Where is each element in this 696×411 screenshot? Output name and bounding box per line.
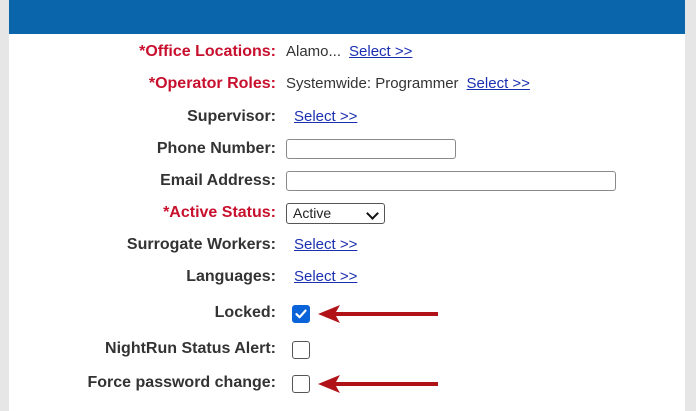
surrogate-workers-value-group: Select >> [294,233,357,257]
office-locations-value: Alamo... [286,43,342,60]
force-password-change-label: Force password change: [87,374,277,391]
force-password-change-row: Force password change: [0,371,696,395]
supervisor-label: Supervisor: [187,108,276,125]
email-address-input[interactable] [286,171,616,191]
left-arrow-icon [318,305,438,323]
active-status-select[interactable]: Active [286,203,385,224]
left-arrow-icon [318,375,438,393]
nightrun-status-alert-label: NightRun Status Alert: [105,340,276,357]
operator-roles-label: *Operator Roles: [148,75,276,92]
locked-checkbox[interactable] [292,305,310,323]
chevron-down-icon [366,207,379,220]
office-locations-label: *Office Locations: [139,43,276,60]
phone-number-label: Phone Number: [156,140,276,157]
active-status-label: *Active Status: [163,204,276,221]
languages-select-link[interactable]: Select >> [294,268,357,285]
supervisor-value-group: Select >> [294,105,357,129]
phone-number-row: Phone Number: [0,137,696,161]
checkmark-icon [295,309,307,319]
operator-roles-value-group: Systemwide: Programmer Select >> [286,72,530,96]
email-address-label: Email Address: [160,172,276,189]
languages-value-group: Select >> [294,265,357,289]
operator-roles-value: Systemwide: Programmer [286,75,459,92]
header-bar [9,0,685,34]
active-status-row: *Active Status: Active [0,201,696,225]
surrogate-workers-label: Surrogate Workers: [126,236,276,253]
office-locations-select-link[interactable]: Select >> [349,43,412,60]
email-address-row: Email Address: [0,169,696,193]
office-locations-row: *Office Locations: Alamo... Select >> [0,40,696,64]
languages-label: Languages: [186,268,276,285]
languages-row: Languages: Select >> [0,265,696,289]
supervisor-select-link[interactable]: Select >> [294,108,357,125]
nightrun-status-alert-row: NightRun Status Alert: [0,337,696,361]
locked-label: Locked: [214,304,276,321]
force-password-change-checkbox[interactable] [292,375,310,393]
surrogate-workers-select-link[interactable]: Select >> [294,236,357,253]
phone-number-input[interactable] [286,139,456,159]
operator-roles-row: *Operator Roles: Systemwide: Programmer S… [0,72,696,96]
supervisor-row: Supervisor: Select >> [0,105,696,129]
office-locations-value-group: Alamo... Select >> [286,40,412,64]
active-status-selected-value: Active [293,205,332,221]
surrogate-workers-row: Surrogate Workers: Select >> [0,233,696,257]
operator-roles-select-link[interactable]: Select >> [467,75,530,92]
locked-row: Locked: [0,301,696,325]
nightrun-status-alert-checkbox[interactable] [292,341,310,359]
